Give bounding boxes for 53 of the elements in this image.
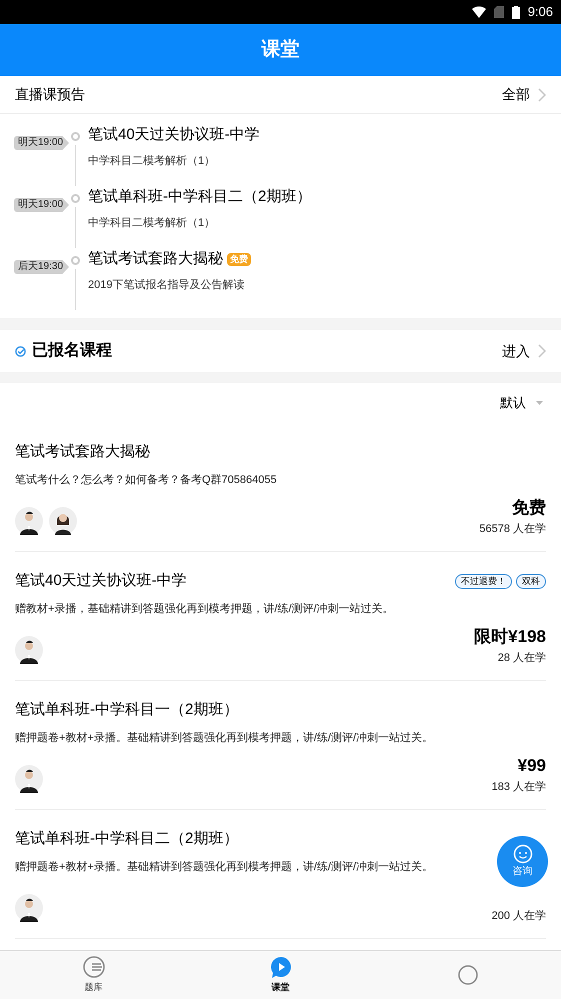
course-price: ¥99 (518, 755, 546, 777)
check-circle-icon (15, 346, 26, 356)
course-price: 限时¥198 (474, 626, 546, 648)
nav-tab[interactable]: 题库 (0, 951, 187, 999)
course-title[interactable]: 笔试单科班-中学科目一（2期班） (15, 699, 238, 722)
teacher-avatar (15, 636, 43, 664)
enrolled-title: 已报名课程 (32, 340, 112, 361)
list-icon (82, 955, 106, 980)
teacher-avatar (15, 894, 43, 922)
course-description: 赠教材+录播，基础精讲到答题强化再到模考押题，讲/练/测评/冲刺一站过关。 (15, 602, 394, 616)
course-title[interactable]: 笔试40天过关协议班-中学 (15, 570, 187, 592)
course-description: 赠押题卷+教材+录播。基础精讲到答题强化再到模考押题，讲/练/测评/冲刺一站过关。 (15, 730, 434, 746)
free-badge: 免费 (227, 252, 251, 266)
live-course-title[interactable]: 笔试单科班-中学科目二（2期班） (88, 186, 312, 208)
enter-link[interactable]: 进入 (502, 340, 546, 362)
live-course-subtitle: 中学科目二模考解析（1） (88, 216, 216, 230)
wifi-icon (472, 6, 486, 18)
course-title[interactable]: 笔试考试套路大揭秘 (15, 441, 150, 464)
teacher-avatar (15, 507, 43, 535)
course-description: 赠押题卷+教材+录播。基础精讲到答题强化再到模考押题，讲/练/测评/冲刺一站过关。 (15, 860, 434, 874)
play-bubble-icon (268, 955, 292, 980)
chevron-right-icon (538, 88, 546, 102)
circle-icon (456, 963, 480, 987)
student-count: 183 人在学 (492, 780, 546, 794)
time-tag: 后天19:30 (14, 260, 70, 274)
enrolled-courses-row[interactable]: 已报名课程 进入 (0, 330, 561, 372)
view-all-link[interactable]: 全部 (502, 84, 546, 105)
section-title: 直播课预告 (15, 85, 85, 104)
student-count: 56578 人在学 (479, 522, 546, 536)
teacher-avatar (15, 765, 43, 793)
course-description: 笔试考什么？怎么考？如何备考？备考Q群705864055 (15, 472, 277, 488)
no-sim-icon (494, 6, 504, 18)
live-course-subtitle: 中学科目二模考解析（1） (88, 154, 216, 168)
chat-face-icon (512, 844, 534, 864)
time-tag: 明天19:00 (14, 198, 70, 212)
header-title: 课堂 (262, 38, 300, 62)
course-tag: 不过退费！ (455, 574, 512, 589)
nav-tab[interactable]: 课堂 (187, 951, 374, 999)
live-course-title[interactable]: 笔试40天过关协议班-中学 (88, 124, 260, 146)
status-time: 9:06 (528, 3, 553, 22)
caret-icon (536, 401, 543, 405)
battery-icon (512, 6, 520, 18)
student-count: 28 人在学 (498, 650, 546, 666)
course-title[interactable]: 笔试单科班-中学科目二（2期班） (15, 828, 238, 850)
live-course-subtitle: 2019下笔试报名指导及公告解读 (88, 278, 246, 292)
teacher-avatar (49, 507, 77, 535)
sort-dropdown[interactable]: 默认 (500, 393, 543, 413)
course-price: 免费 (512, 497, 546, 519)
student-count: 200 人在学 (492, 908, 546, 924)
course-tag: 双科 (516, 574, 546, 589)
time-tag: 明天19:00 (14, 136, 70, 150)
live-course-title[interactable]: 笔试考试套路大揭秘 (88, 248, 223, 270)
chevron-right-icon (538, 344, 546, 358)
